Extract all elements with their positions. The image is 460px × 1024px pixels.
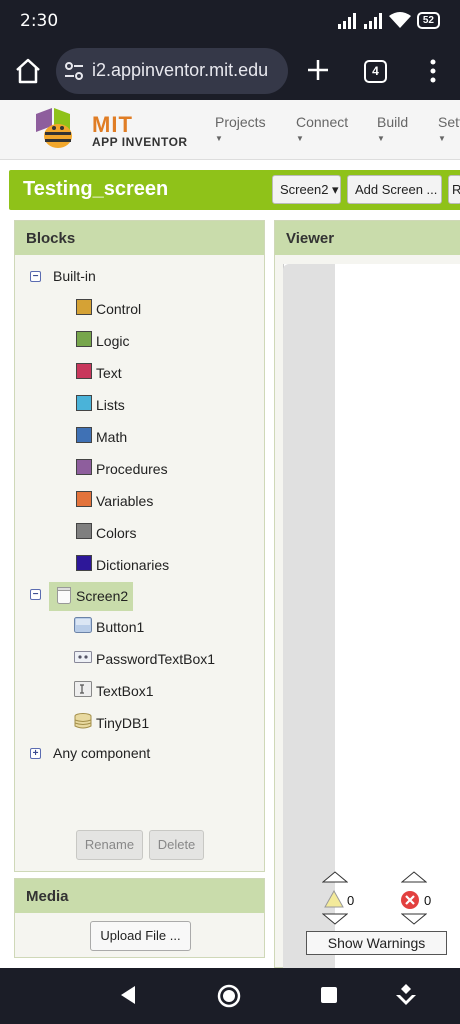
battery-icon: 52 [416, 12, 440, 29]
database-icon [74, 713, 92, 729]
plus-icon[interactable] [306, 58, 330, 82]
home-icon[interactable] [14, 57, 42, 85]
tree-item-screen2[interactable]: Screen2 [49, 582, 133, 611]
warnings-count: 0 [347, 893, 355, 908]
collapse-screen2-toggle[interactable]: − [30, 589, 41, 600]
project-name: Testing_screen [23, 178, 169, 200]
errors-count: 0 [424, 893, 432, 908]
logic-color-swatch [76, 331, 92, 347]
dictionaries-color-swatch [76, 555, 92, 571]
caret-down-icon: ▼ [438, 134, 446, 143]
caret-down-icon: ▼ [215, 134, 223, 143]
blocks-panel: Blocks − Built-in Control Logic Text Lis… [14, 220, 265, 872]
screen-select-dropdown[interactable]: Screen2 ▾ [272, 175, 341, 204]
url-text[interactable]: i2.appinventor.mit.edu [92, 60, 268, 81]
browser-toolbar: i2.appinventor.mit.edu 4 [0, 42, 460, 100]
show-warnings-button[interactable]: Show Warnings [306, 931, 447, 955]
warning-icon [324, 890, 344, 908]
error-icon [401, 891, 419, 909]
tree-item-builtin[interactable]: Built-in [53, 268, 96, 284]
wifi-icon [388, 12, 411, 28]
collapse-builtin-toggle[interactable]: − [30, 271, 41, 282]
menu-connect[interactable]: Connect ▼ [296, 114, 348, 143]
project-toolbar: Testing_screen Screen2 ▾ Add Screen ... … [9, 170, 460, 210]
remove-screen-button[interactable]: R [448, 175, 460, 204]
warnings-up-arrow-icon[interactable] [322, 871, 348, 883]
menu-build[interactable]: Build ▼ [377, 114, 408, 143]
variables-color-swatch [76, 491, 92, 507]
android-nav-bar [0, 968, 460, 1024]
errors-up-arrow-icon[interactable] [401, 871, 427, 883]
text-color-swatch [76, 363, 92, 379]
blocks-panel-title: Blocks [15, 221, 264, 255]
assistant-icon[interactable] [395, 983, 417, 1007]
viewer-panel: Viewer 0 0 Show Warnings [274, 220, 460, 969]
menu-settings[interactable]: Sett▼ [438, 114, 460, 143]
signal-icon [363, 12, 382, 29]
media-panel-title: Media [15, 879, 264, 913]
caret-down-icon: ▼ [296, 134, 304, 143]
button-icon [74, 617, 92, 633]
warnings-down-arrow-icon[interactable] [322, 913, 348, 925]
app-header: MIT APP INVENTOR Projects ▼ Connect ▼ Buil… [0, 100, 460, 160]
password-textbox-icon [74, 651, 92, 663]
lists-color-swatch [76, 395, 92, 411]
status-time: 2:30 [20, 11, 59, 31]
delete-button[interactable]: Delete [149, 830, 204, 860]
colors-color-swatch [76, 523, 92, 539]
math-color-swatch [76, 427, 92, 443]
home-circle-icon[interactable] [217, 984, 241, 1008]
expand-any-component-toggle[interactable]: + [30, 748, 41, 759]
app-inventor-logo[interactable] [32, 106, 86, 154]
phone-preview-frame [283, 264, 335, 969]
procedures-color-swatch [76, 459, 92, 475]
viewer-panel-title: Viewer [275, 221, 460, 255]
screen-icon [57, 587, 71, 604]
tree-item-any-component[interactable]: Any component [53, 745, 150, 761]
more-icon[interactable] [428, 58, 438, 84]
textbox-icon [74, 681, 92, 697]
media-panel: Media Upload File ... [14, 878, 265, 958]
add-screen-button[interactable]: Add Screen ... [347, 175, 442, 204]
status-bar: 2:30 52 [0, 0, 460, 42]
tune-icon[interactable] [64, 62, 84, 80]
recents-icon[interactable] [320, 986, 338, 1004]
back-icon[interactable] [119, 985, 137, 1005]
address-bar[interactable]: i2.appinventor.mit.edu [56, 48, 288, 94]
upload-file-button[interactable]: Upload File ... [90, 921, 191, 951]
menu-projects[interactable]: Projects ▼ [215, 114, 266, 143]
rename-button[interactable]: Rename [76, 830, 143, 860]
control-color-swatch [76, 299, 92, 315]
logo-app-inventor-text: APP INVENTOR [92, 135, 188, 149]
caret-down-icon: ▼ [377, 134, 385, 143]
signal-icon [337, 12, 356, 29]
errors-down-arrow-icon[interactable] [401, 913, 427, 925]
status-icons: 52 [337, 12, 440, 29]
tab-switcher-button[interactable]: 4 [364, 60, 387, 83]
